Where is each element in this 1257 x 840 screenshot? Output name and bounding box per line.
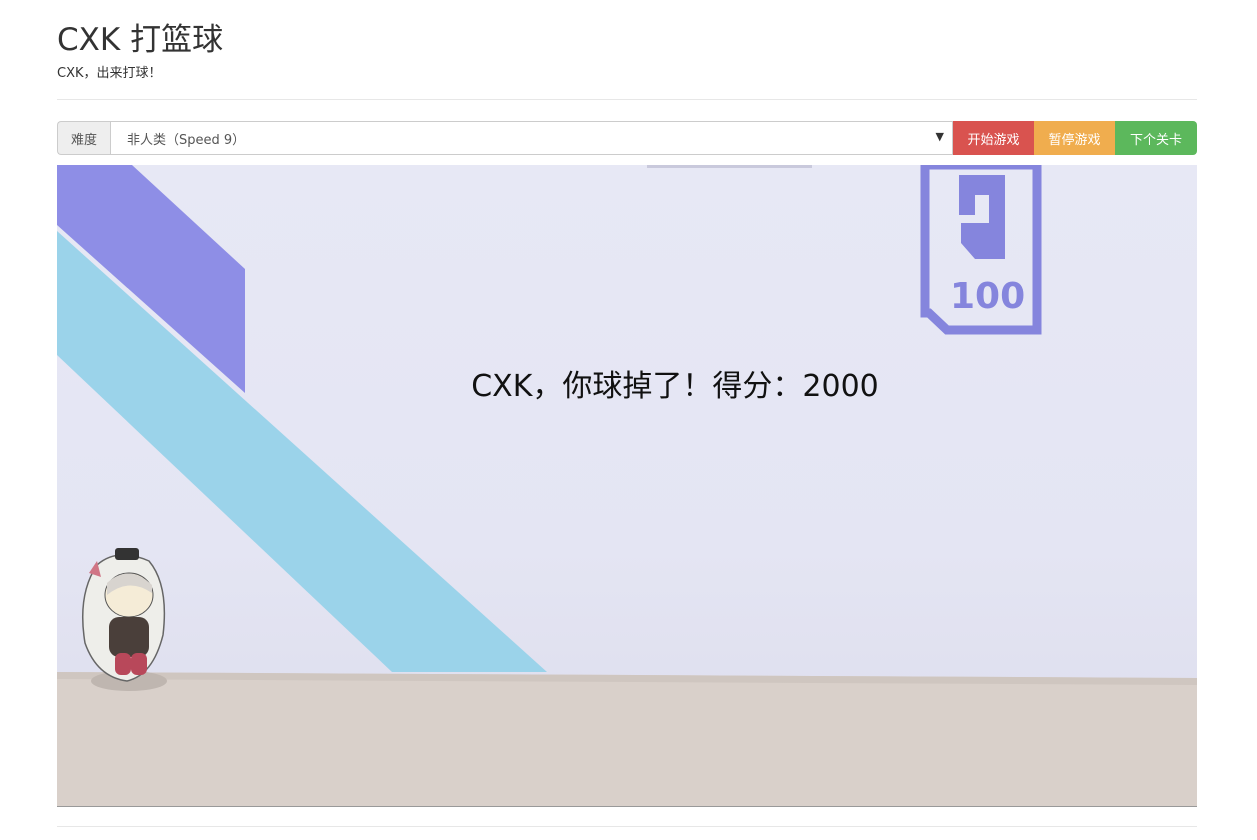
svg-text:100: 100 [950,276,1025,317]
player-character [81,548,167,691]
page-title: CXK 打篮球 [57,22,224,58]
game-background: 100 [57,165,1197,806]
logo-9-100: 100 [920,165,1042,335]
difficulty-select[interactable]: 非人类（Speed 9） ▼ [110,121,953,155]
start-game-button[interactable]: 开始游戏 [953,121,1034,155]
game-over-message: CXK，你球掉了！得分：2000 [471,369,879,404]
page-subtitle: CXK，出来打球！ [57,66,162,81]
divider-bottom [57,826,1197,827]
dropdown-arrow-icon: ▼ [935,130,944,143]
top-bar [647,165,812,168]
control-bar: 难度 非人类（Speed 9） ▼ 开始游戏 暂停游戏 下个关卡 [57,121,1197,155]
game-canvas[interactable]: 100 CXK，你球掉了！得分：2000 [57,165,1197,807]
difficulty-selected-value: 非人类（Speed 9） [127,132,246,148]
floor [57,672,1197,806]
divider [57,99,1197,100]
next-level-button[interactable]: 下个关卡 [1115,121,1197,155]
difficulty-label: 难度 [57,121,110,155]
pause-game-button[interactable]: 暂停游戏 [1034,121,1115,155]
